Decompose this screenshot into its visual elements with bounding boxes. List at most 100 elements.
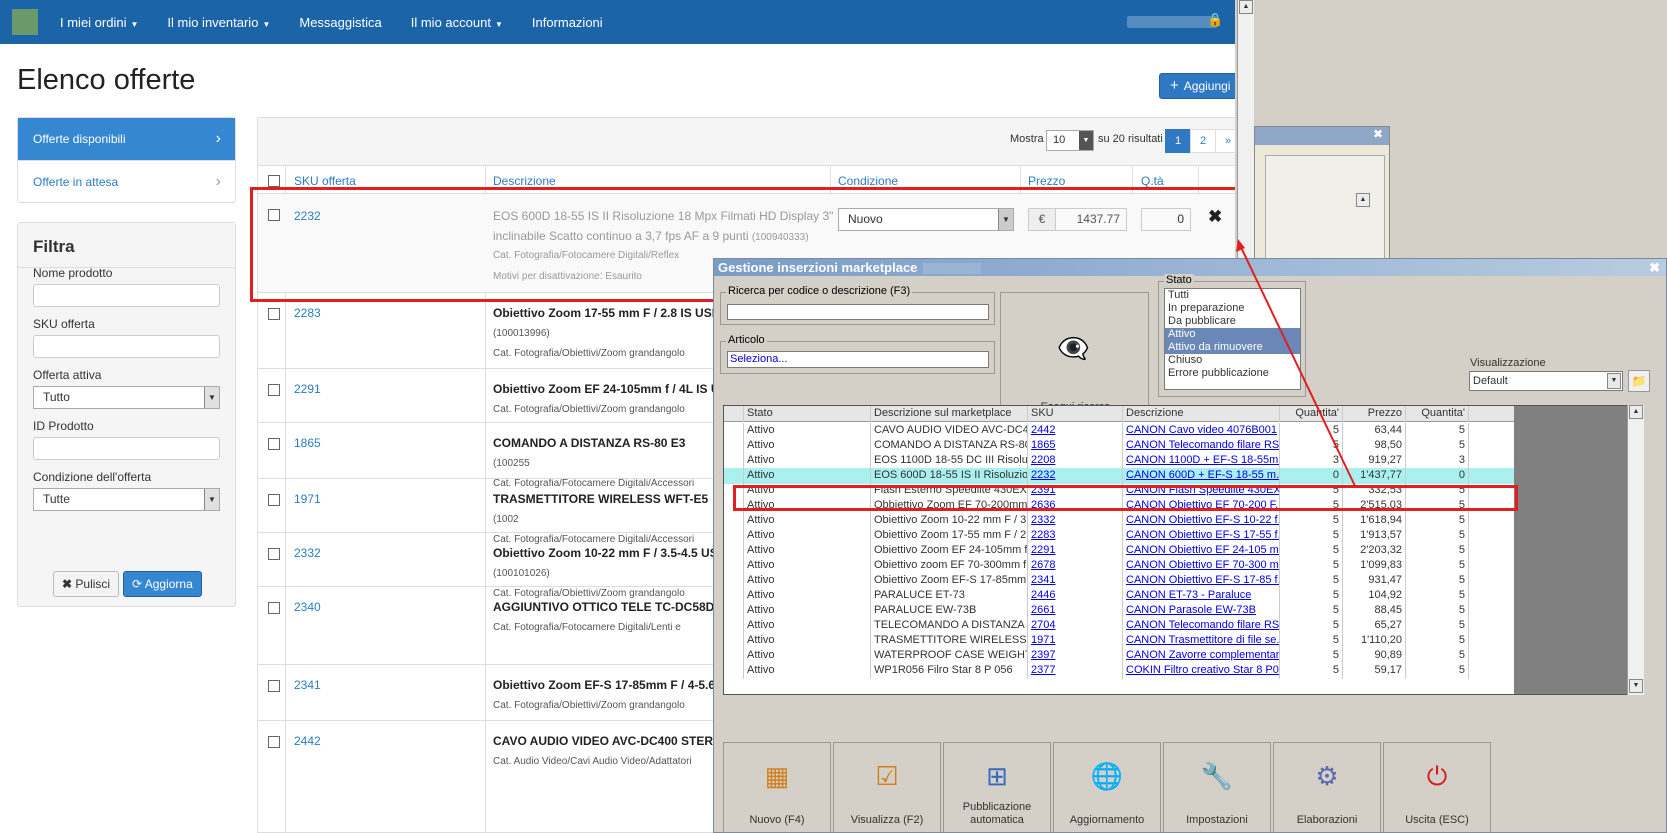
toolbar-button-5[interactable]: 🔧 Impostazioni (1163, 742, 1271, 832)
status-option[interactable]: In preparazione (1165, 302, 1300, 315)
toolbar-button-label: Aggiornamento (1069, 814, 1145, 826)
search-input[interactable] (727, 304, 989, 320)
row-checkbox[interactable] (268, 602, 280, 614)
row-checkbox[interactable] (268, 438, 280, 450)
grid-row[interactable]: Attivo Obiettivo Zoom 10-22 mm F / 3... 23… (724, 513, 1514, 529)
per-page-select[interactable]: 10 ▼ (1046, 130, 1094, 151)
folder-icon[interactable]: 📁 (1628, 370, 1650, 392)
status-option[interactable]: Errore pubblicazione (1165, 367, 1300, 380)
header-price[interactable]: Prezzo (1028, 174, 1065, 188)
grid-row[interactable]: Attivo TELECOMANDO A DISTANZA R... 2704 CAN… (724, 618, 1514, 634)
page-next[interactable]: » (1215, 129, 1235, 153)
row-checkbox[interactable] (268, 736, 280, 748)
grid-row[interactable]: Attivo EOS 1100D 18-55 DC III Risolu... 22… (724, 453, 1514, 469)
grid-row[interactable]: Attivo CAVO AUDIO VIDEO AVC-DC4... 2442 CAN… (724, 423, 1514, 439)
grid-row[interactable]: Attivo EOS 600D 18-55 IS II Risoluzio... 2… (724, 468, 1514, 484)
grid-row[interactable]: Attivo Obiettivo Zoom 17-55 mm F / 2... 22… (724, 528, 1514, 544)
row-checkbox[interactable] (268, 308, 280, 320)
status-option[interactable]: Tutti (1165, 289, 1300, 302)
toolbar-button-4[interactable]: 🌐 Aggiornamento (1053, 742, 1161, 832)
clear-button[interactable]: ✖ Pulisci (53, 571, 120, 597)
row-checkbox[interactable] (268, 548, 280, 560)
grid-row[interactable]: Attivo WP1R056 Filro Star 8 P 056 2377 COKI… (724, 663, 1514, 679)
product-name-input[interactable] (33, 284, 220, 307)
row-sku[interactable]: 2340 (294, 600, 321, 614)
grid-scrollbar[interactable]: ▲ ▼ (1627, 405, 1644, 695)
page-2[interactable]: 2 (1190, 129, 1216, 153)
toolbar-button-6[interactable]: ⚙ Elaborazioni (1273, 742, 1381, 832)
row-checkbox[interactable] (268, 680, 280, 692)
scroll-down-icon[interactable]: ▼ (1629, 679, 1643, 693)
grid-cell: TRASMETTITORE WIRELESS W... (871, 633, 1028, 649)
sku-input[interactable] (33, 335, 220, 358)
product-name-label: Nome prodotto (33, 266, 113, 280)
row-sku[interactable]: 1865 (294, 436, 321, 450)
select-all-checkbox[interactable] (268, 175, 280, 187)
grid-cell: 5 (1406, 663, 1469, 679)
background-window: ✖ ▲ (1254, 126, 1390, 267)
status-option[interactable]: Da pubblicare (1165, 315, 1300, 328)
grid-cell: Attivo (744, 513, 871, 529)
page-1[interactable]: 1 (1165, 129, 1191, 153)
row-sku[interactable]: 1971 (294, 492, 321, 506)
header-qty[interactable]: Q.tà (1141, 174, 1164, 188)
row-sku[interactable]: 2332 (294, 546, 321, 560)
grid-cell: Obiettivo Zoom 17-55 mm F / 2... (871, 528, 1028, 544)
grid-row[interactable]: Attivo COMANDO A DISTANZA RS-80... 1865 CAN… (724, 438, 1514, 454)
row-checkbox[interactable] (268, 494, 280, 506)
nav-account[interactable]: Il mio account ▼ (411, 15, 503, 30)
grid-cell: Prezzo (1343, 406, 1406, 422)
row-sku[interactable]: 2341 (294, 678, 321, 692)
site-logo[interactable] (12, 9, 38, 35)
article-group-label: Articolo (726, 334, 767, 346)
scroll-up-icon[interactable]: ▲ (1239, 0, 1253, 14)
nav-inventory[interactable]: Il mio inventario ▼ (167, 15, 270, 30)
active-offer-select[interactable]: Tutto ▼ (33, 386, 220, 409)
product-id-input[interactable] (33, 437, 220, 460)
lock-icon[interactable]: 🔒 (1207, 12, 1223, 28)
condition-select[interactable]: Tutte ▼ (33, 488, 220, 511)
add-offer-button[interactable]: + Aggiungi un offerta (1159, 73, 1235, 117)
status-listbox[interactable]: Tutti In preparazione Da pubblicare Attivo A… (1164, 288, 1301, 390)
row-sku[interactable]: 2442 (294, 734, 321, 748)
grid-row[interactable]: Attivo Obiettivo zoom EF 70-300mm f... 267… (724, 558, 1514, 574)
grid-row[interactable]: Attivo PARALUCE EW-73B 2661 CANON Parasole … (724, 603, 1514, 619)
grid-row[interactable]: Attivo PARALUCE ET-73 2446 CANON ET-73 - Pa… (724, 588, 1514, 604)
close-icon[interactable]: ✖ (1649, 259, 1660, 276)
dropdown-arrow-icon: ▼ (204, 387, 219, 408)
toolbar-button-7[interactable]: ⏻ Uscita (ESC) (1383, 742, 1491, 832)
toolbar-button-1[interactable]: ▦ Nuovo (F4) (723, 742, 831, 832)
nav-orders[interactable]: I miei ordini ▼ (60, 15, 138, 30)
grid-cell: 2442 (1028, 423, 1123, 439)
status-option[interactable]: Attivo da rimuovere (1165, 341, 1300, 354)
view-select[interactable]: Default ▼ (1469, 371, 1623, 391)
scroll-up-icon[interactable]: ▲ (1356, 193, 1370, 207)
status-option[interactable]: Chiuso (1165, 354, 1300, 367)
article-select[interactable]: Seleziona... (727, 351, 989, 368)
grid-cell: CANON Telecomando filare RS ... (1123, 618, 1280, 634)
grid-row[interactable]: Attivo Obiettivo Zoom EF 24-105mm f... 229… (724, 543, 1514, 559)
nav-messages[interactable]: Messaggistica (299, 15, 381, 30)
toolbar-button-2[interactable]: ☑ Visualizza (F2) (833, 742, 941, 832)
sidebar-item-pending[interactable]: Offerte in attesa › (18, 160, 235, 202)
header-sku[interactable]: SKU offerta (294, 174, 356, 188)
row-category: Cat. Fotografia/Obiettivi/Zoom grandango… (493, 700, 685, 711)
toolbar-button-3[interactable]: ⊞ Pubblicazione automatica (943, 742, 1051, 832)
sidebar-item-available[interactable]: Offerte disponibili › (18, 118, 235, 160)
grid-row[interactable]: Attivo Obiettivo Zoom EF-S 17-85mm ... 234… (724, 573, 1514, 589)
header-description[interactable]: Descrizione (493, 174, 556, 188)
grid-row[interactable]: Attivo WATERPROOF CASE WEIGHT ... 2397 CANO… (724, 648, 1514, 664)
row-sku[interactable]: 2283 (294, 306, 321, 320)
blurred-username[interactable] (1127, 16, 1217, 28)
close-icon[interactable]: ✖ (1255, 127, 1389, 145)
search-button[interactable]: 👁‍🗨 Esegui ricerca (1000, 292, 1149, 418)
row-sku[interactable]: 2291 (294, 382, 321, 396)
grid-row[interactable]: AttivoTRASMETTITORE WIRELESS W...1971CAN… (724, 633, 1514, 649)
scroll-up-icon[interactable]: ▲ (1629, 405, 1643, 419)
status-option[interactable]: Attivo (1165, 328, 1300, 341)
header-condition[interactable]: Condizione (838, 174, 898, 188)
grid-cell: 2377 (1028, 663, 1123, 679)
refresh-button[interactable]: ⟳ Aggiorna (123, 571, 202, 597)
nav-info[interactable]: Informazioni (532, 15, 603, 30)
row-checkbox[interactable] (268, 384, 280, 396)
